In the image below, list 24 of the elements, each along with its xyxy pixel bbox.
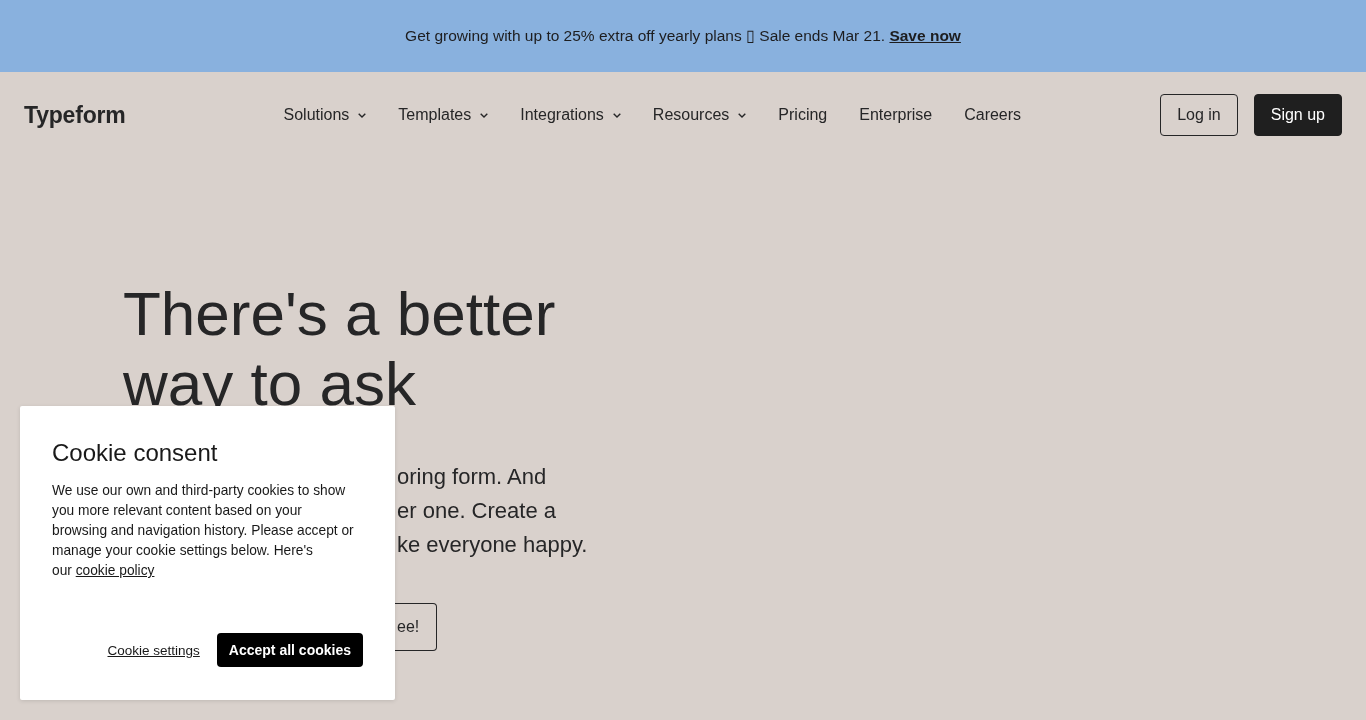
signup-button[interactable]: Sign up: [1253, 94, 1342, 136]
save-now-link[interactable]: Save now: [889, 27, 961, 44]
nav-dropdown[interactable]: Resources: [652, 106, 747, 124]
hero-text-fragment: ke everyone happy.: [397, 531, 588, 559]
nav-link[interactable]: Enterprise: [859, 106, 933, 124]
promo-text: Get growing with up to 25% extra off yearly plans ▯ Sale ends Mar 21. Save now: [405, 27, 961, 45]
hero-text-fragment: er one. Create a: [397, 497, 556, 525]
cookie-settings-link[interactable]: Cookie settings: [107, 642, 200, 658]
chevron-down-icon: [358, 112, 367, 118]
nav-dropdown[interactable]: Integrations: [520, 106, 621, 124]
logo[interactable]: Typeform: [24, 101, 126, 129]
nav-dropdown[interactable]: Templates: [398, 106, 489, 124]
hero-text-fragment: oring form. And: [397, 463, 547, 491]
nav-dropdown[interactable]: Solutions: [283, 106, 367, 124]
cookie-description: We use our own and third-party cookies to show you more relevant content based on your browsing and navigation history. Please accept or manage your cookie settings below. Here's our cookie policy: [52, 482, 355, 580]
dialog-title: Cookie consent: [52, 438, 219, 468]
accept-cookies-button[interactable]: Accept all cookies: [216, 633, 363, 667]
chevron-down-icon: [612, 112, 621, 118]
chevron-down-icon: [738, 112, 747, 118]
nav-link[interactable]: Pricing: [778, 106, 828, 124]
cookie-policy-link[interactable]: cookie policy: [75, 563, 155, 578]
nav-link[interactable]: Careers: [964, 106, 1022, 124]
chevron-down-icon: [480, 112, 489, 118]
login-button[interactable]: Log in: [1160, 94, 1238, 136]
